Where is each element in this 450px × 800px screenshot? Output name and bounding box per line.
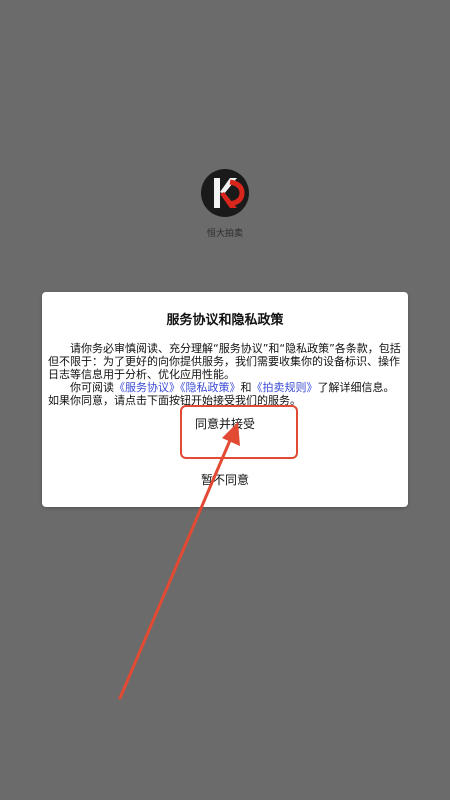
dialog-paragraph-2: 你可阅读《服务协议》《隐私政策》和《拍卖规则》了解详细信息。如果你同意，请点击下… [48, 381, 404, 407]
p2-prefix-text: 你可阅读 [70, 381, 114, 394]
dialog-body: 请你务必审慎阅读、充分理解“服务协议”和“隐私政策”各条款，包括但不限于：为了更… [48, 342, 404, 407]
privacy-dialog: 服务协议和隐私政策 请你务必审慎阅读、充分理解“服务协议”和“隐私政策”各条款，… [42, 292, 408, 507]
app-name-label: 恒大拍卖 [206, 229, 243, 239]
p2-and-text: 和 [240, 381, 252, 394]
privacy-policy-link[interactable]: 《隐私政策》 [180, 381, 241, 394]
app-logo [200, 168, 250, 218]
app-screen: 恒大拍卖 服务协议和隐私政策 请你务必审慎阅读、充分理解“服务协议”和“隐私政策… [0, 0, 450, 800]
service-agreement-link[interactable]: 《服务协议》 [114, 381, 180, 394]
decline-button[interactable]: 暂不同意 [42, 462, 408, 498]
dialog-title: 服务协议和隐私政策 [166, 313, 284, 328]
logo-icon [201, 169, 249, 217]
annotation-highlight-box [180, 405, 298, 459]
auction-rules-link[interactable]: 《拍卖规则》 [252, 381, 318, 394]
dialog-paragraph-1: 请你务必审慎阅读、充分理解“服务协议”和“隐私政策”各条款，包括但不限于：为了更… [48, 342, 401, 381]
